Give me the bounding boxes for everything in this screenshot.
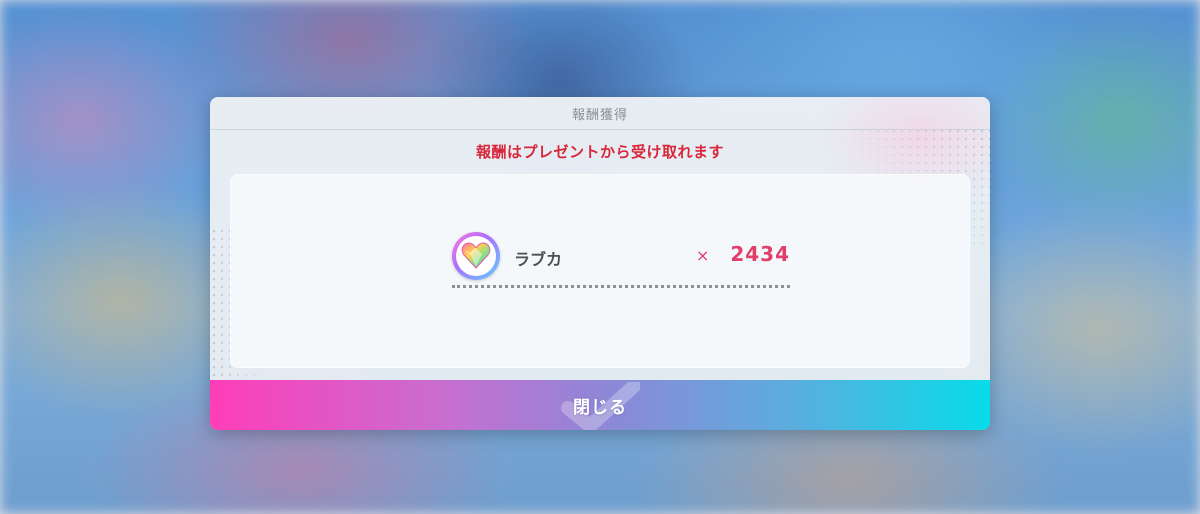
dialog-title-bar: 報酬獲得	[210, 97, 990, 130]
reward-item: ラブカ × 2434	[452, 232, 790, 288]
reward-dialog: 報酬獲得 報酬はプレゼントから受け取れます ラブカ × 2434 閉じる	[210, 97, 990, 430]
multiplier-sign: ×	[696, 246, 710, 265]
dialog-title: 報酬獲得	[571, 107, 628, 123]
reward-content-panel: ラブカ × 2434	[230, 174, 970, 368]
close-button[interactable]: 閉じる	[210, 380, 990, 430]
reward-quantity: 2434	[730, 242, 790, 266]
heart-gem-icon	[452, 232, 500, 280]
present-box-notice: 報酬はプレゼントから受け取れます	[475, 143, 724, 161]
reward-name: ラブカ	[514, 250, 563, 269]
dotted-divider	[452, 285, 790, 288]
close-button-label: 閉じる	[573, 397, 627, 417]
